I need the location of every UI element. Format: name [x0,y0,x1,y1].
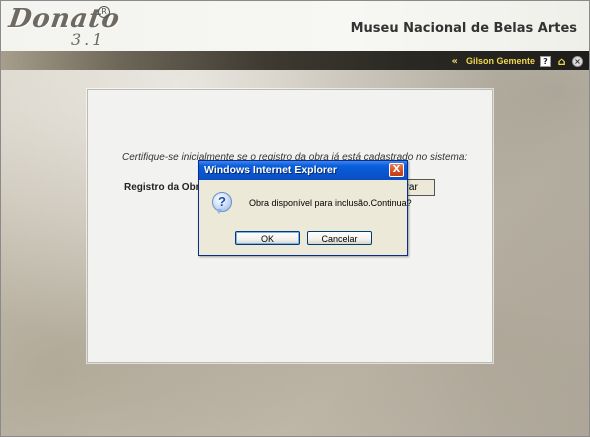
ok-button[interactable]: OK [235,231,300,245]
navbar: « Gilson Gemente ? ⌂ × [1,51,589,70]
site-title: Museu Nacional de Belas Artes [350,21,577,36]
site-header: Donato 3.1 R Museu Nacional de Belas Art… [1,1,589,51]
browser-viewport: Donato 3.1 R Museu Nacional de Belas Art… [0,0,590,437]
dialog-title: Windows Internet Explorer [204,164,337,176]
donato-logo[interactable]: Donato 3.1 R [7,4,122,50]
user-name-link[interactable]: Gilson Gemente [466,56,535,66]
question-icon-tail [216,209,222,214]
close-icon[interactable]: X [389,163,404,177]
question-icon: ? [212,192,232,212]
confirm-dialog: Windows Internet Explorer X ? Obra dispo… [198,160,412,256]
help-icon[interactable]: ? [540,55,551,67]
cancel-button[interactable]: Cancelar [307,231,372,245]
registro-obra-label: Registro da Obra [124,182,206,193]
dialog-titlebar[interactable]: Windows Internet Explorer X [199,161,407,180]
logo-version: 3.1 [71,30,106,49]
logout-icon[interactable]: × [572,55,583,67]
registered-mark-icon: R [98,6,110,18]
home-icon[interactable]: ⌂ [556,55,567,68]
user-bar: « Gilson Gemente ? ⌂ × [452,54,583,68]
chevron-left-icon[interactable]: « [452,56,458,67]
dialog-message: Obra disponível para inclusão.Continua? [249,198,412,208]
